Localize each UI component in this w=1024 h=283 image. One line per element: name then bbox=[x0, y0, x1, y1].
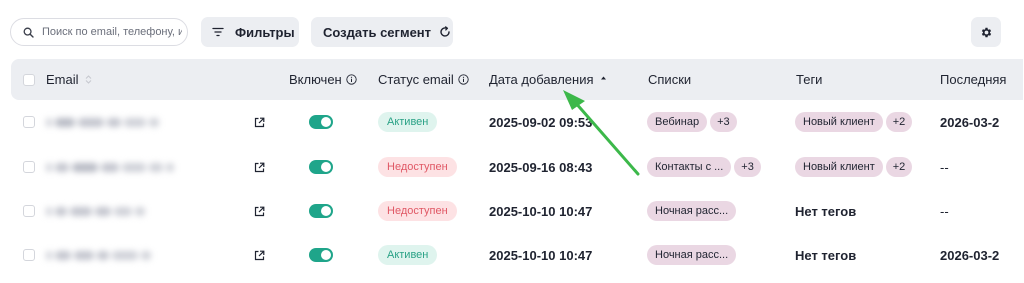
lists-cell: Ночная расс... bbox=[647, 233, 739, 277]
tag-chip[interactable]: Новый клиент bbox=[795, 112, 883, 132]
status-badge: Недоступен bbox=[378, 145, 457, 189]
lists-cell: Ночная расс... bbox=[647, 189, 739, 233]
column-email-status-label: Статус email bbox=[378, 72, 454, 87]
table-header: Email Включен Статус email Дата добавлен… bbox=[11, 59, 1023, 100]
external-link-icon[interactable] bbox=[254, 100, 265, 144]
select-all-checkbox[interactable] bbox=[23, 59, 35, 100]
no-tags-text: Нет тегов bbox=[795, 203, 857, 219]
sort-asc-icon bbox=[600, 75, 607, 84]
enabled-toggle[interactable] bbox=[309, 233, 333, 277]
date-added-cell: 2025-09-02 09:53 bbox=[489, 114, 593, 130]
enabled-toggle[interactable] bbox=[309, 100, 333, 144]
search-box[interactable] bbox=[10, 18, 188, 46]
contacts-panel: Фильтры Создать сегмент Email Включен bbox=[0, 0, 1023, 283]
date-added-cell: 2025-09-16 08:43 bbox=[489, 159, 593, 175]
list-chip[interactable]: Ночная расс... bbox=[647, 245, 737, 265]
filter-icon bbox=[212, 27, 224, 37]
email-cell-redacted[interactable] bbox=[46, 145, 174, 189]
last-activity-cell: -- bbox=[940, 159, 949, 175]
row-checkbox[interactable] bbox=[23, 189, 35, 233]
tags-cell: Новый клиент +2 bbox=[795, 145, 915, 189]
create-segment-button[interactable]: Создать сегмент bbox=[311, 17, 453, 47]
column-email-label: Email bbox=[46, 72, 79, 87]
date-added-cell: 2025-10-10 10:47 bbox=[489, 203, 593, 219]
external-link-icon[interactable] bbox=[254, 145, 265, 189]
column-tags-label: Теги bbox=[796, 72, 823, 87]
column-lists[interactable]: Списки bbox=[648, 59, 691, 100]
enabled-toggle[interactable] bbox=[309, 145, 333, 189]
column-enabled-label: Включен bbox=[289, 72, 342, 87]
date-added-cell: 2025-10-10 10:47 bbox=[489, 247, 593, 263]
search-input[interactable] bbox=[42, 26, 182, 38]
status-badge: Недоступен bbox=[378, 189, 457, 233]
column-lists-label: Списки bbox=[648, 72, 692, 87]
column-date-added-label: Дата добавления bbox=[489, 72, 594, 87]
email-cell-redacted[interactable] bbox=[46, 189, 145, 233]
table-settings-button[interactable] bbox=[971, 17, 1001, 47]
column-date-added[interactable]: Дата добавления bbox=[489, 59, 607, 100]
lists-cell: Контакты с ... +3 bbox=[647, 145, 764, 189]
column-last[interactable]: Последняя bbox=[940, 59, 1006, 100]
row-checkbox[interactable] bbox=[23, 145, 35, 189]
column-tags[interactable]: Теги bbox=[796, 59, 822, 100]
info-icon[interactable] bbox=[458, 74, 469, 85]
list-chip[interactable]: Ночная расс... bbox=[647, 201, 737, 221]
tags-cell: Новый клиент +2 bbox=[795, 100, 915, 144]
refresh-icon bbox=[439, 26, 451, 38]
row-checkbox[interactable] bbox=[23, 100, 35, 144]
list-chip[interactable]: Контакты с ... bbox=[647, 157, 732, 177]
gear-icon bbox=[980, 26, 993, 39]
last-activity-cell: 2026-03-2 bbox=[940, 247, 1000, 263]
external-link-icon[interactable] bbox=[254, 233, 265, 277]
create-segment-label: Создать сегмент bbox=[323, 24, 432, 40]
column-enabled[interactable]: Включен bbox=[289, 59, 357, 100]
table-row[interactable]: Недоступен 2025-09-16 08:43 Контакты с ...… bbox=[11, 145, 1023, 189]
sort-neutral-icon bbox=[85, 75, 92, 84]
filters-button-label: Фильтры bbox=[235, 24, 295, 40]
column-email-status[interactable]: Статус email bbox=[378, 59, 469, 100]
info-icon[interactable] bbox=[346, 74, 357, 85]
status-badge: Активен bbox=[378, 233, 438, 277]
lists-cell: Вебинар +3 bbox=[647, 100, 740, 144]
list-chip[interactable]: Вебинар bbox=[647, 112, 708, 132]
no-tags-text: Нет тегов bbox=[795, 247, 857, 263]
status-badge: Активен bbox=[378, 100, 438, 144]
last-activity-cell: 2026-03-2 bbox=[940, 114, 1000, 130]
email-cell-redacted[interactable] bbox=[46, 100, 159, 144]
search-icon bbox=[23, 27, 34, 38]
tag-chip[interactable]: Новый клиент bbox=[795, 157, 883, 177]
lists-more-chip[interactable]: +3 bbox=[734, 157, 761, 177]
tags-cell: Нет тегов bbox=[795, 189, 856, 233]
column-email[interactable]: Email bbox=[46, 59, 92, 100]
column-last-label: Последняя bbox=[940, 72, 1007, 87]
table-row[interactable]: Активен 2025-10-10 10:47 Ночная расс... Нет… bbox=[11, 233, 1023, 277]
table-row[interactable]: Недоступен 2025-10-10 10:47 Ночная расс...… bbox=[11, 189, 1023, 233]
enabled-toggle[interactable] bbox=[309, 189, 333, 233]
lists-more-chip[interactable]: +3 bbox=[710, 112, 737, 132]
filters-button[interactable]: Фильтры bbox=[201, 17, 299, 47]
table-row[interactable]: Активен 2025-09-02 09:53 Вебинар +3 Новый кл… bbox=[11, 100, 1023, 144]
tags-more-chip[interactable]: +2 bbox=[885, 157, 913, 177]
external-link-icon[interactable] bbox=[254, 189, 265, 233]
email-cell-redacted[interactable] bbox=[46, 233, 151, 277]
row-checkbox[interactable] bbox=[23, 233, 35, 277]
tags-cell: Нет тегов bbox=[795, 233, 856, 277]
last-activity-cell: -- bbox=[940, 203, 949, 219]
tags-more-chip[interactable]: +2 bbox=[885, 112, 913, 132]
